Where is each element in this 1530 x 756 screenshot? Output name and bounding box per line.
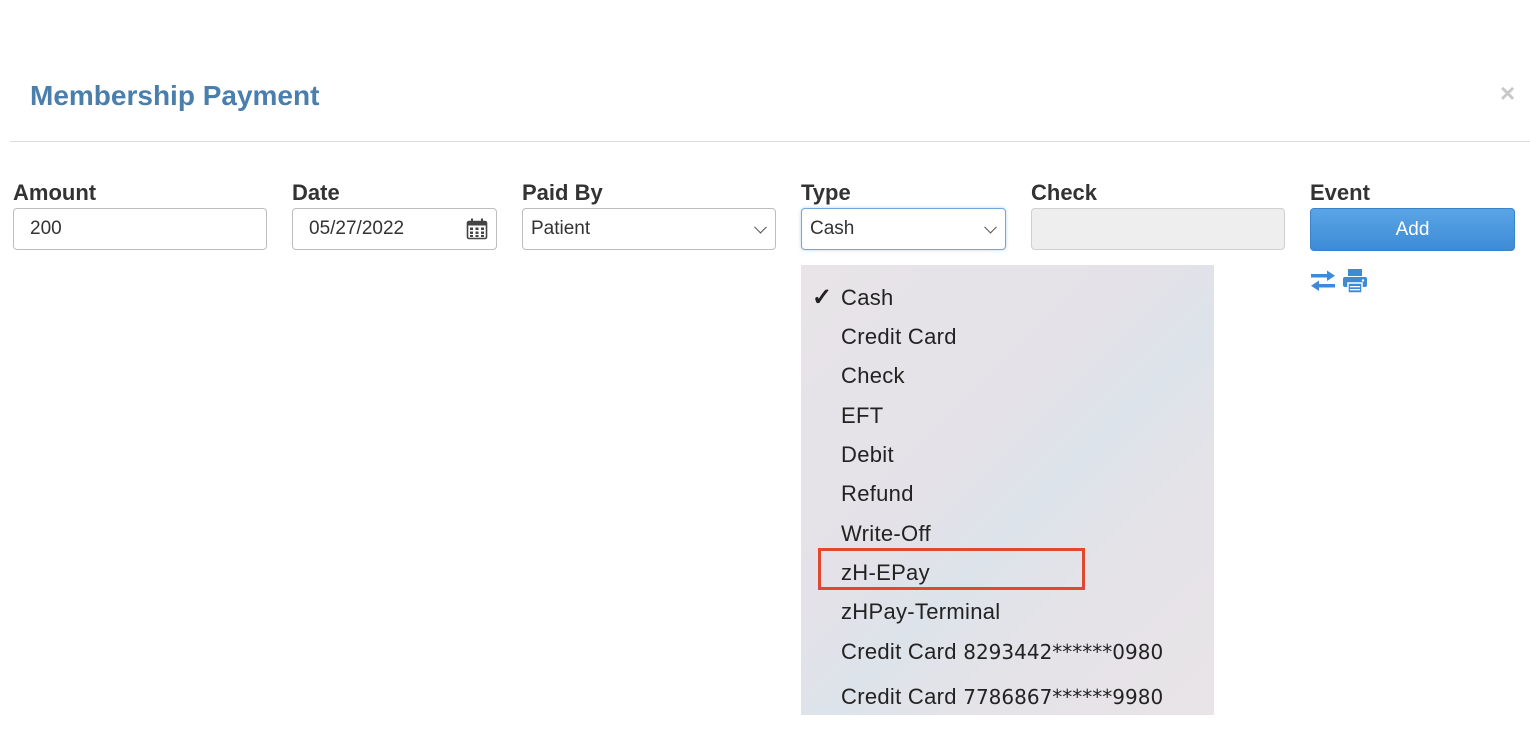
option-refund[interactable]: Refund: [801, 473, 1214, 512]
option-write-off[interactable]: Write-Off: [801, 513, 1214, 552]
calendar-icon[interactable]: [466, 218, 488, 240]
option-zhpay-terminal[interactable]: zHPay-Terminal: [801, 591, 1214, 630]
header-divider: [10, 141, 1530, 142]
close-icon[interactable]: ×: [1500, 80, 1515, 106]
option-credit-card-saved-2[interactable]: Credit Card 7786867******9980: [801, 676, 1214, 715]
date-label: Date: [292, 180, 340, 205]
option-label: Debit: [841, 442, 894, 467]
checkmark-icon: ✓: [812, 284, 833, 311]
option-label-wrap: Credit Card 7786867******9980: [841, 684, 1163, 710]
option-label: EFT: [841, 403, 884, 428]
date-input[interactable]: 05/27/2022: [292, 208, 497, 250]
check-label: Check: [1031, 180, 1098, 205]
option-credit-card-saved-1[interactable]: Credit Card 8293442******0980: [801, 631, 1214, 670]
transfer-icon[interactable]: [1310, 268, 1336, 294]
amount-input[interactable]: 200: [13, 208, 267, 250]
action-icons: [1310, 268, 1368, 294]
paid-by-value: Patient: [531, 218, 591, 239]
type-value: Cash: [810, 218, 855, 239]
type-dropdown-menu: ✓ Cash Credit Card Check EFT Debit Refun…: [801, 265, 1214, 715]
card-number: 7786867******9980: [963, 685, 1164, 709]
option-label-wrap: Credit Card 8293442******0980: [841, 639, 1163, 665]
date-value: 05/27/2022: [309, 218, 405, 239]
chevron-down-icon: [984, 220, 997, 234]
option-cash[interactable]: ✓ Cash: [801, 277, 1214, 316]
add-button[interactable]: Add: [1310, 208, 1515, 251]
amount-label: Amount: [13, 180, 97, 205]
event-label: Event: [1310, 180, 1370, 205]
option-label: Credit Card: [841, 684, 957, 709]
type-select[interactable]: Cash: [801, 208, 1006, 250]
option-label: Cash: [841, 285, 894, 310]
modal-title: Membership Payment: [30, 80, 320, 111]
option-label: Credit Card: [841, 324, 957, 349]
option-label: Check: [841, 363, 905, 388]
amount-value: 200: [30, 218, 62, 239]
option-label: Credit Card: [841, 639, 957, 664]
option-label: zHPay-Terminal: [841, 599, 1001, 624]
highlight-box: [818, 548, 1085, 590]
option-credit-card[interactable]: Credit Card: [801, 316, 1214, 355]
paid-by-label: Paid By: [522, 180, 603, 205]
option-label: Refund: [841, 481, 914, 506]
print-icon[interactable]: [1342, 268, 1368, 294]
paid-by-select[interactable]: Patient: [522, 208, 776, 250]
card-number: 8293442******0980: [963, 640, 1164, 664]
type-label: Type: [801, 180, 851, 205]
option-label: Write-Off: [841, 521, 931, 546]
option-eft[interactable]: EFT: [801, 395, 1214, 434]
option-debit[interactable]: Debit: [801, 434, 1214, 473]
option-check[interactable]: Check: [801, 355, 1214, 394]
chevron-down-icon: [754, 220, 767, 234]
check-input[interactable]: [1031, 208, 1285, 250]
